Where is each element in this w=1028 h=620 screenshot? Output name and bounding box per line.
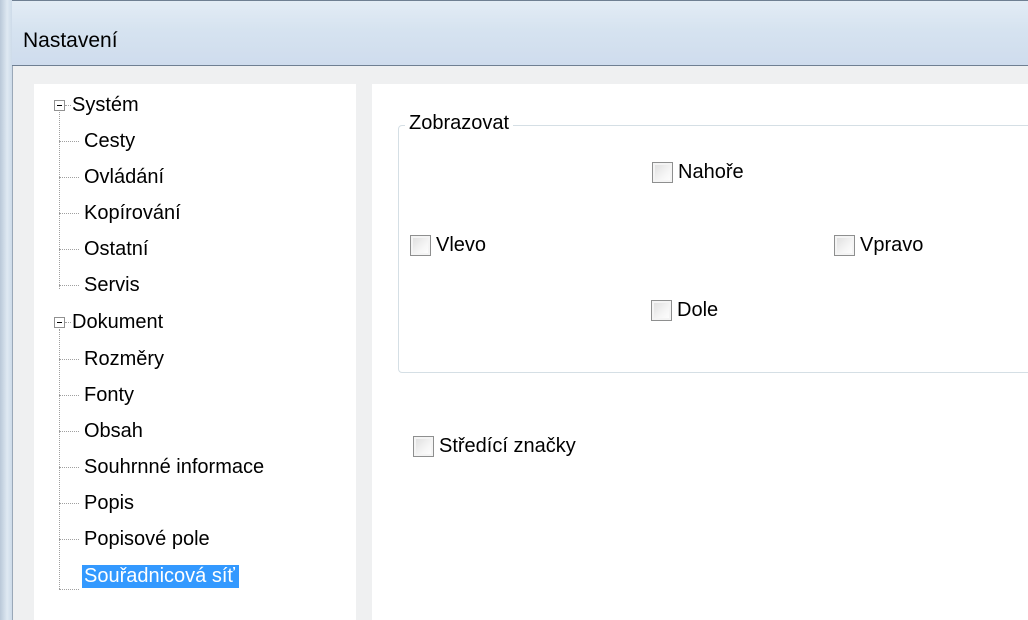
- tree-line: [65, 322, 71, 323]
- tree-divider: [356, 84, 372, 620]
- tree-node-ostatni[interactable]: Ostatní: [84, 237, 148, 261]
- selected-node-label: Souřadnicová síť: [82, 565, 239, 588]
- checkbox-top[interactable]: Nahoře: [652, 161, 744, 184]
- checkbox-top-label: Nahoře: [678, 161, 744, 183]
- checkbox-bottom-box[interactable]: [651, 300, 672, 321]
- tree-node-system[interactable]: Systém: [72, 93, 139, 117]
- window-title: Nastavení: [23, 29, 118, 52]
- display-groupbox-legend: Zobrazovat: [405, 112, 514, 135]
- tree-line: [59, 177, 79, 178]
- tree-line: [59, 285, 79, 286]
- window-frame-left: [0, 0, 12, 620]
- tree-line: [59, 395, 79, 396]
- tree-node-fonty[interactable]: Fonty: [84, 383, 134, 407]
- checkbox-left[interactable]: Vlevo: [410, 234, 486, 257]
- tree-node-popis[interactable]: Popis: [84, 491, 134, 515]
- checkbox-bottom-label: Dole: [677, 299, 719, 321]
- tree-line: [59, 213, 79, 214]
- checkbox-bottom[interactable]: Dole: [651, 299, 718, 322]
- tree-line: [59, 249, 79, 250]
- tree-line: [59, 431, 79, 432]
- tree-node-dokument[interactable]: Dokument: [72, 310, 163, 334]
- tree-line: [59, 329, 60, 589]
- tree-node-kopirovani[interactable]: Kopírování: [84, 201, 181, 225]
- tree-node-souhrnne-informace[interactable]: Souhrnné informace: [84, 455, 264, 479]
- checkbox-left-box[interactable]: [410, 235, 431, 256]
- tree-line: [59, 112, 60, 289]
- checkbox-top-box[interactable]: [652, 162, 673, 183]
- collapse-icon[interactable]: [54, 317, 65, 328]
- collapse-icon[interactable]: [54, 100, 65, 111]
- tree-line: [59, 539, 79, 540]
- tree-line: [59, 589, 79, 590]
- tree-node-rozmery[interactable]: Rozměry: [84, 347, 164, 371]
- tree-line: [59, 141, 79, 142]
- title-bar[interactable]: Nastavení: [0, 0, 1028, 66]
- tree-node-cesty[interactable]: Cesty: [84, 129, 135, 153]
- tree-node-servis[interactable]: Servis: [84, 273, 140, 297]
- checkbox-center-marks[interactable]: Středící značky: [413, 435, 576, 458]
- checkbox-center-marks-box[interactable]: [413, 436, 434, 457]
- tree-node-ovladani[interactable]: Ovládání: [84, 165, 164, 189]
- tree-node-obsah[interactable]: Obsah: [84, 419, 143, 443]
- tree-line: [65, 105, 71, 106]
- tree-line: [59, 359, 79, 360]
- checkbox-left-label: Vlevo: [436, 234, 487, 256]
- tree-node-popisove-pole[interactable]: Popisové pole: [84, 527, 210, 551]
- tree-line: [59, 503, 79, 504]
- tree-line: [59, 467, 79, 468]
- tree-node-souradnicova-sit[interactable]: Souřadnicová síť: [82, 564, 239, 588]
- checkbox-center-marks-label: Středící značky: [439, 435, 576, 457]
- settings-window: Nastavení Systém Cesty Ovládání Kopírová…: [0, 0, 1028, 620]
- checkbox-right[interactable]: Vpravo: [834, 234, 923, 257]
- checkbox-right-box[interactable]: [834, 235, 855, 256]
- checkbox-right-label: Vpravo: [860, 234, 924, 256]
